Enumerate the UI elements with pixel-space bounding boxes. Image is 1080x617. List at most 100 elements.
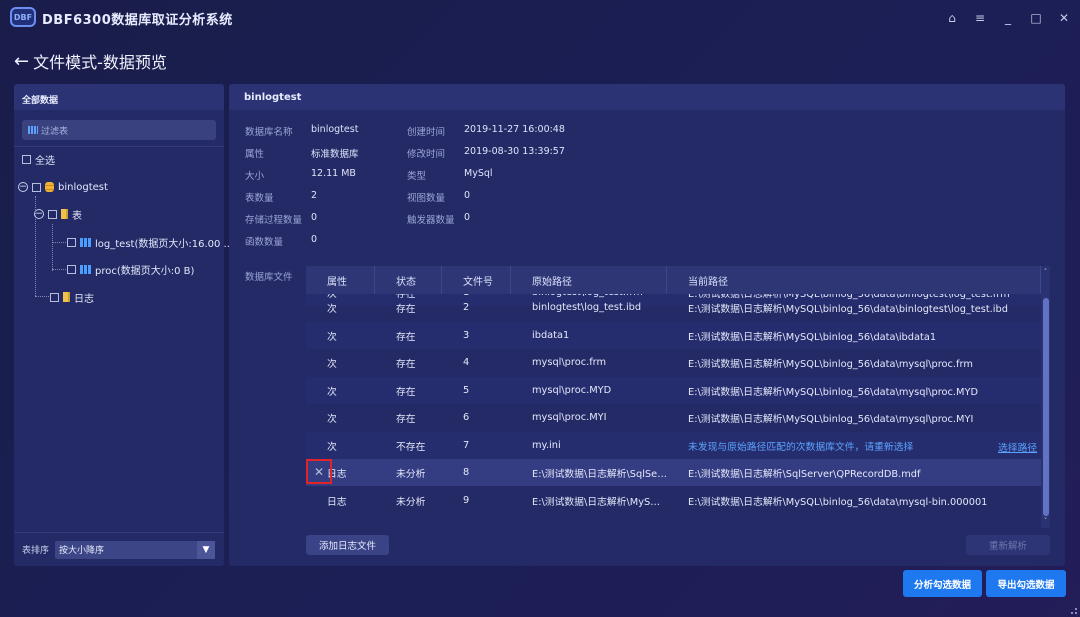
table-row[interactable]: 次 存在 5 mysql\proc.MYD E:\测试数据\日志解析\MySQL… <box>306 377 1041 404</box>
column-header[interactable]: 文件号 <box>442 266 511 294</box>
table-checkbox[interactable] <box>67 237 76 247</box>
table-icon <box>80 237 91 247</box>
column-header[interactable]: 当前路径 <box>667 266 1041 294</box>
cell-cur-path: E:\测试数据\日志解析\MySQL\binlog_56\data\mysql\… <box>688 386 979 398</box>
table-checkbox[interactable] <box>67 264 76 274</box>
cell-status: 不存在 <box>396 441 426 453</box>
column-header[interactable]: 属性 <box>306 266 375 294</box>
table-row[interactable]: 次 存在 4 mysql\proc.frm E:\测试数据\日志解析\MySQL… <box>306 349 1041 376</box>
tree-connector <box>52 242 66 243</box>
cell-cur-path: E:\测试数据\日志解析\MySQL\binlog_56\data\mysql\… <box>688 358 973 370</box>
tree-node-db[interactable]: − binlogtest <box>18 179 108 195</box>
home-icon[interactable]: ⌂ <box>946 12 958 24</box>
tree-node-tables[interactable]: − 表 <box>34 206 82 222</box>
collapse-icon[interactable]: − <box>18 182 28 192</box>
created-value: 2019-11-27 16:00:48 <box>464 124 565 135</box>
table-count-label: 表数量 <box>245 193 274 204</box>
table-row[interactable]: 日志 未分析 9 E:\测试数据\日志解析\MySQL\... E:\测试数据\… <box>306 487 1041 514</box>
cell-attr: 次 <box>327 386 337 398</box>
window-controls: ⌂ ≡ _ □ ✕ <box>946 12 1070 24</box>
scrollbar-thumb[interactable] <box>1043 298 1049 516</box>
reparse-button[interactable]: 重新解析 <box>966 535 1050 555</box>
table-node-label: proc(数据页大小:0 B) <box>95 265 195 277</box>
modified-value: 2019-08-30 13:39:57 <box>464 146 565 157</box>
minimize-icon[interactable]: _ <box>1002 12 1014 24</box>
table-row[interactable]: 次 存在 3 ibdata1 E:\测试数据\日志解析\MySQL\binlog… <box>306 322 1041 349</box>
cell-file-no: 5 <box>463 385 470 396</box>
app-title: DBF6300数据库取证分析系统 <box>42 13 233 28</box>
cell-status: 未分析 <box>396 468 426 480</box>
maximize-icon[interactable]: □ <box>1030 12 1042 24</box>
select-all-label: 全选 <box>35 155 55 167</box>
db-checkbox[interactable] <box>32 182 41 192</box>
tree-node-table-proc[interactable]: proc(数据页大小:0 B) <box>67 261 194 277</box>
cell-cur-path: E:\测试数据\日志解析\MySQL\binlog_56\data\ibdata… <box>688 331 937 343</box>
export-selected-button[interactable]: 导出勾选数据 <box>986 570 1066 597</box>
resize-grip-icon[interactable] <box>1071 608 1077 614</box>
cell-status: 存在 <box>396 331 416 343</box>
chevron-down-icon[interactable]: ▼ <box>197 540 216 559</box>
tree-node-table-log-test[interactable]: log_test(数据页大小:16.00 ... <box>67 234 233 250</box>
column-header[interactable]: 原始路径 <box>511 266 667 294</box>
cell-cur-path: E:\测试数据\日志解析\SqlServer\QPRecordDB.mdf <box>688 468 921 480</box>
scroll-up-icon[interactable]: ˄ <box>1041 268 1050 276</box>
missing-file-warning: 未发现与原始路径匹配的次数据库文件，请重新选择 <box>688 441 914 453</box>
db-files-label: 数据库文件 <box>245 272 293 283</box>
scroll-down-icon[interactable]: ˅ <box>1041 517 1050 525</box>
database-icon <box>45 182 54 192</box>
sort-select[interactable]: 按大小降序 ▼ <box>55 540 216 559</box>
select-all-checkbox[interactable] <box>22 154 31 164</box>
cell-file-no: 4 <box>463 357 470 368</box>
column-header[interactable]: 状态 <box>375 266 442 294</box>
tree-node-logs[interactable]: 日志 <box>50 289 94 305</box>
modified-label: 修改时间 <box>407 149 446 160</box>
db-node-label: binlogtest <box>58 181 108 193</box>
proc-count-label: 存储过程数量 <box>245 215 303 226</box>
cell-status: 未分析 <box>396 496 426 508</box>
logs-checkbox[interactable] <box>50 292 59 302</box>
choose-path-link[interactable]: 选择路径 <box>998 440 1037 454</box>
tree-connector <box>35 296 49 297</box>
add-log-file-button[interactable]: 添加日志文件 <box>306 535 389 555</box>
proc-count-value: 0 <box>311 212 318 223</box>
close-icon[interactable]: ✕ <box>1058 12 1070 24</box>
cell-file-no: 8 <box>463 467 470 478</box>
back-arrow-icon[interactable]: ← <box>14 51 29 72</box>
cell-orig-path: binlogtest\log_test.ibd <box>532 302 642 313</box>
remove-log-icon[interactable]: ✕ <box>306 459 332 484</box>
analyze-selected-button[interactable]: 分析勾选数据 <box>903 570 982 597</box>
table-row[interactable]: 次 存在 6 mysql\proc.MYI E:\测试数据\日志解析\MySQL… <box>306 404 1041 431</box>
title-bar: DBF DBF6300数据库取证分析系统 ⌂ ≡ _ □ ✕ <box>0 0 1080 36</box>
view-count-value: 0 <box>464 190 471 201</box>
table-row[interactable]: 次 存在 2 binlogtest\log_test.ibd E:\测试数据\日… <box>306 294 1041 321</box>
view-count-label: 视图数量 <box>407 193 446 204</box>
table-count-value: 2 <box>311 190 318 201</box>
page-title: ← 文件模式-数据预览 <box>14 49 167 73</box>
cell-status: 存在 <box>396 303 416 315</box>
cell-cur-path: E:\测试数据\日志解析\MySQL\binlog_56\data\mysql\… <box>688 413 974 425</box>
tree-connector <box>52 269 66 270</box>
size-value: 12.11 MB <box>311 168 356 179</box>
filter-input[interactable]: 过滤表 <box>22 120 216 140</box>
func-count-label: 函数数量 <box>245 237 284 248</box>
folder-icon <box>63 292 70 302</box>
cell-orig-path: mysql\proc.frm <box>532 357 607 368</box>
cell-file-no: 9 <box>463 495 470 506</box>
table-header: 属性 状态 文件号 原始路径 当前路径 <box>306 266 1041 294</box>
tables-checkbox[interactable] <box>48 209 57 219</box>
cell-orig-path: E:\测试数据\日志解析\MySQL\... <box>532 496 667 508</box>
cell-cur-path: E:\测试数据\日志解析\MySQL\binlog_56\data\mysql-… <box>688 496 988 508</box>
tree-connector <box>52 224 53 271</box>
cell-file-no: 3 <box>463 330 470 341</box>
table-row[interactable]: ✕ 日志 未分析 8 E:\测试数据\日志解析\SqlServ... E:\测试… <box>306 459 1041 486</box>
menu-icon[interactable]: ≡ <box>974 12 986 24</box>
cell-attr: 次 <box>327 303 337 315</box>
created-label: 创建时间 <box>407 127 446 138</box>
trigger-count-value: 0 <box>464 212 471 223</box>
select-all-row[interactable]: 全选 <box>22 151 55 167</box>
folder-icon <box>61 209 68 219</box>
trigger-count-label: 触发器数量 <box>407 215 455 226</box>
type-label: 类型 <box>407 171 427 182</box>
cell-status: 存在 <box>396 358 416 370</box>
table-row[interactable]: 次 不存在 7 my.ini 未发现与原始路径匹配的次数据库文件，请重新选择 选… <box>306 432 1041 459</box>
